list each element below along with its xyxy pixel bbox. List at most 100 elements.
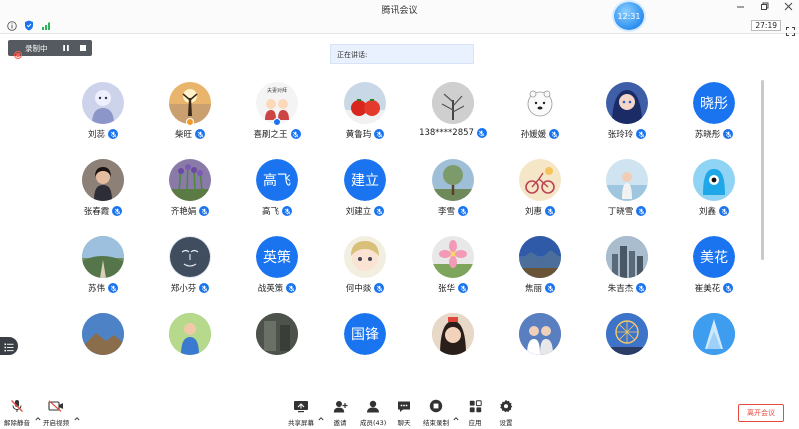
- participant-tile[interactable]: 国锋: [320, 301, 410, 356]
- participant-name: 黄鲁玙: [345, 130, 372, 140]
- participant-tile[interactable]: 138****2857: [408, 70, 498, 145]
- avatar: 英策: [256, 236, 298, 278]
- participant-tile[interactable]: 刘蕊: [58, 70, 148, 145]
- meeting-info-row: 27:19: [0, 18, 799, 36]
- leave-meeting-button[interactable]: 离开会议: [738, 404, 784, 422]
- grid-scrollbar[interactable]: [761, 80, 764, 260]
- mic-muted-icon: [199, 206, 210, 216]
- invite-button[interactable]: 邀请: [332, 399, 348, 427]
- participant-tile[interactable]: [408, 301, 498, 356]
- girl-beach-avatar-icon: [606, 159, 648, 201]
- mic-muted-icon: [108, 283, 118, 293]
- participant-name: 焦丽: [524, 284, 542, 294]
- restore-icon[interactable]: [759, 2, 769, 15]
- close-icon[interactable]: [783, 2, 793, 15]
- title-bar: 腾讯会议: [0, 0, 799, 18]
- info-icon[interactable]: [6, 20, 17, 31]
- pause-recording-icon[interactable]: [59, 42, 73, 54]
- participant-tile[interactable]: 朱吉杰: [582, 224, 672, 299]
- participant-name-row: 齐艳娟: [145, 205, 235, 217]
- participant-tile[interactable]: 何中燚: [320, 224, 410, 299]
- anime-chibi-avatar-icon: [344, 236, 386, 278]
- mountain-sky-avatar-icon: [82, 313, 124, 355]
- apps-button[interactable]: 应用: [467, 399, 483, 427]
- participant-tile[interactable]: 晓彤 苏晓彤: [669, 70, 759, 145]
- participant-tile[interactable]: 柴旺: [145, 70, 235, 145]
- participant-tile[interactable]: 夫妻对拜 喜刷之王: [232, 70, 322, 145]
- participant-name-row: 柴旺: [145, 128, 235, 140]
- participant-tile[interactable]: 苏伟: [58, 224, 148, 299]
- anime-girl-avatar-icon: [606, 82, 648, 124]
- child-green-avatar-icon: [169, 313, 211, 355]
- ice-blue-avatar-icon: [693, 313, 735, 355]
- participant-tile[interactable]: 丁晓雪: [582, 147, 672, 222]
- participant-tile[interactable]: 刘惠: [495, 147, 585, 222]
- chat-button[interactable]: 聊天: [396, 399, 412, 427]
- share-screen-button[interactable]: 共享屏幕: [288, 399, 314, 427]
- stop-recording-icon[interactable]: [76, 42, 90, 54]
- participant-tile[interactable]: [669, 301, 759, 356]
- mic-muted-icon: [374, 206, 385, 216]
- participant-tile[interactable]: [495, 301, 585, 356]
- participant-name-row: 焦丽: [495, 282, 585, 294]
- participant-name: 何中燚: [345, 284, 372, 294]
- participant-tile[interactable]: 李雪: [408, 147, 498, 222]
- signal-icon[interactable]: [40, 20, 51, 31]
- mic-muted-icon: [458, 283, 468, 293]
- participant-tile[interactable]: 黄鲁玙: [320, 70, 410, 145]
- audio-options-chevron-icon[interactable]: [35, 407, 41, 421]
- participant-tile[interactable]: 焦丽: [495, 224, 585, 299]
- participant-tile[interactable]: 孙媛媛: [495, 70, 585, 145]
- mic-muted-icon: [290, 129, 301, 139]
- participant-name: 刘蕊: [87, 130, 105, 140]
- bottom-toolbar: 解除静音 开启视频 共享屏幕 邀请 成员(43) 聊天 结束录制 应用 设置: [0, 396, 799, 429]
- participant-tile[interactable]: [58, 301, 148, 356]
- participant-tile[interactable]: [232, 301, 322, 356]
- sketch-face-avatar-icon: [169, 236, 211, 278]
- participant-name: 138****2857: [419, 128, 474, 138]
- participant-name: 丁晓雪: [607, 207, 634, 217]
- participant-name: 苏晓彤: [694, 130, 721, 140]
- participant-name: 高飞: [261, 207, 279, 217]
- side-panel-toggle[interactable]: [0, 337, 18, 355]
- participant-tile[interactable]: 张玲玲: [582, 70, 672, 145]
- participant-tile[interactable]: 高飞 高飞: [232, 147, 322, 222]
- share-screen-icon: [293, 399, 309, 413]
- floating-clock-bubble[interactable]: 12:31: [614, 2, 644, 30]
- members-button[interactable]: 成员(43): [360, 399, 386, 427]
- mic-muted-icon: [112, 206, 123, 216]
- participant-tile[interactable]: 刘鑫: [669, 147, 759, 222]
- avatar: 国锋: [344, 313, 386, 355]
- participant-tile[interactable]: 张华: [408, 224, 498, 299]
- participant-name-row: 138****2857: [408, 128, 498, 138]
- minimize-icon[interactable]: [735, 2, 745, 15]
- participant-name-row: 崔美花: [669, 282, 759, 294]
- participant-tile[interactable]: 张春霞: [58, 147, 148, 222]
- participant-tile[interactable]: 齐艳娟: [145, 147, 235, 222]
- participant-name-row: 何中燚: [320, 282, 410, 294]
- participant-tile[interactable]: 郑小芬: [145, 224, 235, 299]
- shield-icon[interactable]: [23, 20, 34, 31]
- chat-icon: [396, 399, 412, 413]
- participant-name: 刘鑫: [698, 207, 716, 217]
- white-bear-avatar-icon: [519, 82, 561, 124]
- members-icon: [365, 399, 381, 413]
- video-options-chevron-icon[interactable]: [74, 407, 80, 421]
- start-video-button[interactable]: 开启视频: [43, 399, 69, 427]
- mic-muted-icon: [719, 206, 729, 216]
- avatar-initials: 晓彤: [693, 82, 735, 124]
- avatar-initials: 英策: [256, 236, 298, 278]
- share-options-chevron-icon[interactable]: [318, 407, 324, 421]
- fullscreen-icon[interactable]: [786, 21, 795, 36]
- participant-tile[interactable]: [145, 301, 235, 356]
- participant-tile[interactable]: 建立 刘建立: [320, 147, 410, 222]
- purple-flowers-avatar-icon: [169, 159, 211, 201]
- participant-tile[interactable]: [582, 301, 672, 356]
- participant-tile[interactable]: 美花 崔美花: [669, 224, 759, 299]
- mic-muted-icon: [545, 206, 555, 216]
- unmute-button[interactable]: 解除静音: [4, 399, 30, 427]
- record-options-chevron-icon[interactable]: [453, 407, 459, 421]
- end-recording-button[interactable]: 结束录制: [423, 399, 449, 427]
- settings-button[interactable]: 设置: [498, 399, 514, 427]
- participant-tile[interactable]: 英策 战英策: [232, 224, 322, 299]
